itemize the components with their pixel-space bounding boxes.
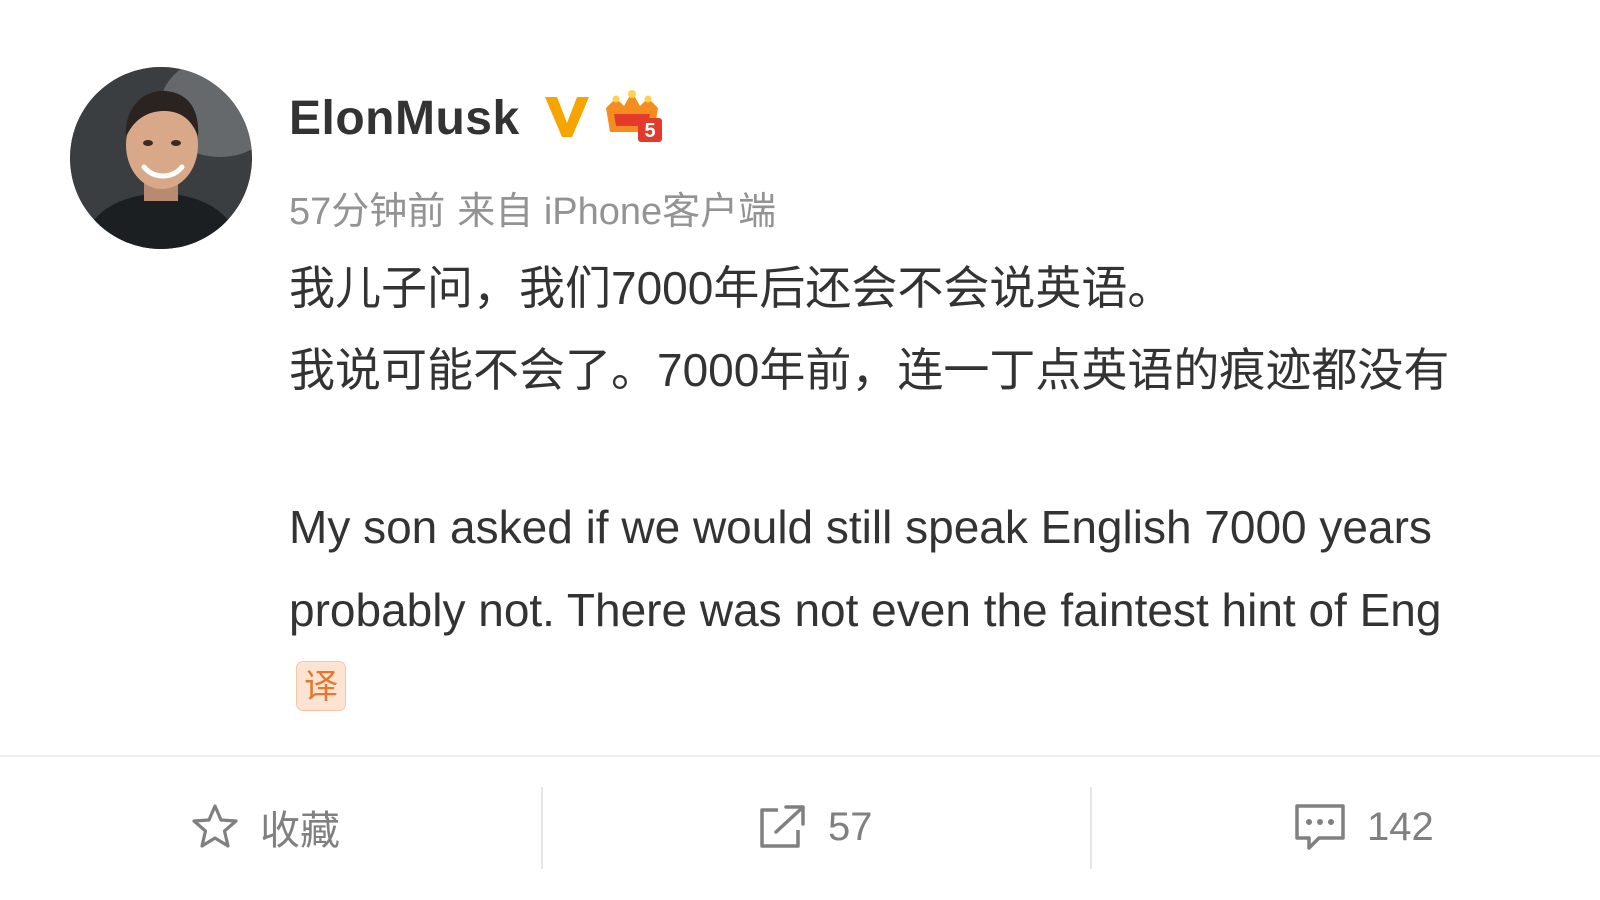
post-text-line-4: probably not. There was not even the fai… [289,584,1442,636]
star-icon [190,802,240,852]
weibo-post: ElonMusk 5 57分钟前 来自 iPhone客户端 我儿子问，我们700… [0,0,1600,900]
post-meta: 57分钟前 来自 iPhone客户端 [289,180,788,235]
vip-crown-icon[interactable]: 5 [602,88,664,149]
post-source[interactable]: 来自 iPhone客户端 [457,191,776,233]
favorite-button[interactable]: 收藏 [190,797,340,857]
post-time[interactable]: 57分钟前 [289,191,445,233]
share-arrow-icon [756,802,808,852]
repost-button[interactable]: 57 [756,797,873,857]
comment-count: 142 [1367,804,1434,849]
name-row: ElonMusk 5 [289,88,664,149]
verified-v-icon[interactable] [542,91,592,146]
post-text-line-3: My son asked if we would still speak Eng… [289,501,1432,553]
toolbar-separator [541,787,543,869]
post-text-line-2: 我说可能不会了。7000年前，连一丁点英语的痕迹都没有 [289,344,1450,396]
comment-button[interactable]: 142 [1293,797,1434,857]
username[interactable]: ElonMusk [289,91,520,146]
action-toolbar: 收藏 57 142 [0,757,1600,900]
vip-level: 5 [644,120,655,142]
avatar[interactable] [70,67,252,249]
translate-button[interactable]: 译 [296,661,346,711]
comment-bubble-icon [1293,802,1347,852]
toolbar-separator [1090,787,1092,869]
repost-count: 57 [828,804,873,849]
avatar-image [70,67,252,249]
post-text-line-1: 我儿子问，我们7000年后还会不会说英语。 [289,262,1174,314]
favorite-label: 收藏 [260,809,340,853]
